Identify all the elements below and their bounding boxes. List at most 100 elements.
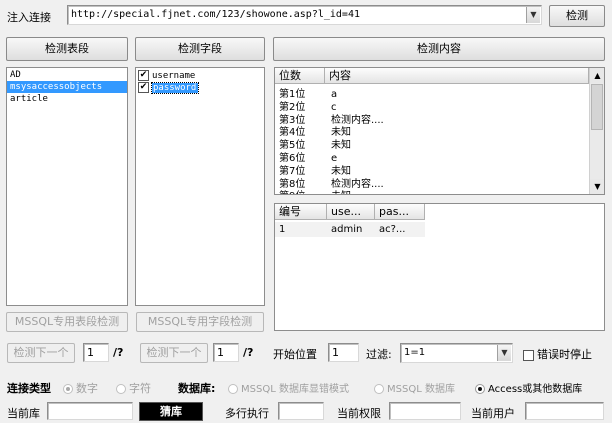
url-input[interactable]: http://special.fjnet.com/123/showone.asp… [67,5,542,25]
results-col-header[interactable]: 编号 [275,204,327,220]
table-next-suffix: /? [113,346,124,359]
filter-label: 过滤: [366,348,392,361]
digit-position: 第2位 [279,101,306,113]
db-option-access[interactable]: Access或其他数据库 [475,380,582,395]
db-option-mssql-error[interactable]: MSSQL 数据库显错模式 [228,380,349,395]
table-row[interactable]: 第8位 检测内容.... [275,179,589,191]
start-position-input[interactable]: 1 [328,343,359,362]
result-id: 1 [279,224,286,235]
digit-content: e [331,153,338,164]
digit-content: 未知 [331,140,351,152]
table-row[interactable]: 第1位 a [275,89,589,101]
table-list-item[interactable]: article [7,93,127,105]
db-option-label: MSSQL 数据库显错模式 [241,384,349,395]
db-option-label: MSSQL 数据库 [387,384,455,395]
tables-list[interactable]: AD msysaccessobjects article [6,67,128,306]
digit-position: 第8位 [279,178,306,190]
permission-field[interactable] [389,402,461,420]
field-next-suffix: /? [243,346,254,359]
digit-content: 未知 [331,127,351,139]
mssql-tables-button[interactable]: MSSQL专用表段检测 [6,312,128,332]
digit-position: 第5位 [279,140,306,152]
scroll-up-icon[interactable]: ▲ [590,68,604,83]
radio-icon[interactable] [475,384,485,394]
digit-content: 检测内容.... [331,114,384,126]
permission-label: 当前权限 [337,407,381,420]
multi-exec-field[interactable] [278,402,324,420]
stop-on-error-checkbox[interactable]: 错误时停止 [523,346,592,362]
detect-content-header[interactable]: 检测内容 [273,37,605,61]
field-list-item[interactable]: ✔ password [136,81,264,94]
table-row[interactable]: 第9位 未知 [275,191,589,194]
radio-icon[interactable] [116,384,126,394]
current-db-field[interactable] [47,402,133,420]
results-col-header[interactable]: pas... [375,204,425,220]
url-value: http://special.fjnet.com/123/showone.asp… [71,9,360,20]
connection-type-label: 连接类型 [7,382,51,395]
checkbox-icon[interactable]: ✔ [138,69,149,81]
database-label: 数据库: [178,382,216,395]
detect-fields-header[interactable]: 检测字段 [135,37,265,61]
field-next-count-value: 1 [217,346,224,359]
table-list-item[interactable]: msysaccessobjects [7,81,127,93]
field-label: password [150,82,200,94]
start-position-value: 1 [332,346,339,359]
current-user-field[interactable] [525,402,604,420]
stop-on-error-label: 错误时停止 [537,348,592,361]
mssql-fields-button[interactable]: MSSQL专用字段检测 [136,312,264,332]
fields-list[interactable]: ✔ username ✔ password [135,67,265,306]
table-row[interactable]: 第2位 c [275,102,589,114]
start-position-label: 开始位置 [273,348,317,361]
table-row[interactable]: 第7位 未知 [275,166,589,178]
radio-icon[interactable] [228,384,238,394]
scroll-thumb[interactable] [591,84,603,130]
radio-icon[interactable] [63,384,73,394]
digit-position: 第4位 [279,127,306,139]
url-label: 注入连接 [7,11,51,24]
filter-value: 1=1 [404,347,426,358]
digit-content: c [331,101,337,113]
checkbox-icon[interactable]: ✔ [138,81,149,93]
content-grid[interactable]: 位数 内容 第1位 a 第2位 c 第3位 检测内容.... 第4位 未知 第5位 未知 第6位 e 第… [274,67,605,195]
results-grid[interactable]: 编号 use... pas... 1 admin ac?... [274,203,605,331]
checkbox-icon[interactable] [523,349,534,361]
digit-position: 第6位 [279,153,306,164]
type-option-label: 字符 [129,382,151,395]
field-list-item[interactable]: ✔ username [136,69,264,81]
radio-icon[interactable] [374,384,384,394]
chevron-down-icon[interactable]: ▼ [526,7,540,23]
detect-tables-header[interactable]: 检测表段 [6,37,128,61]
filter-select[interactable]: 1=1 ▼ [400,343,513,363]
field-next-count[interactable]: 1 [213,343,239,362]
digit-content: a [331,89,338,100]
type-option-number[interactable]: 数字 [63,380,98,396]
content-col-header[interactable]: 位数 [275,68,325,84]
content-scrollbar[interactable]: ▲ ▼ [589,68,604,194]
table-list-item[interactable]: AD [7,69,127,81]
digit-position: 第7位 [279,165,306,177]
type-option-label: 数字 [76,382,98,395]
content-col-header[interactable]: 内容 [325,68,589,84]
guess-db-button[interactable]: 猜库 [139,402,203,421]
table-row[interactable]: 第4位 未知 [275,127,589,139]
digit-content: 检测内容.... [331,178,384,190]
chevron-down-icon[interactable]: ▼ [497,345,511,361]
table-row[interactable]: 第5位 未知 [275,140,589,152]
table-next-count[interactable]: 1 [83,343,109,362]
table-row[interactable]: 第3位 检测内容.... [275,115,589,127]
table-row[interactable]: 1 admin ac?... [275,222,425,237]
guess-db-label: 猜库 [160,405,182,418]
field-label: username [152,71,196,81]
scroll-down-icon[interactable]: ▼ [590,179,604,194]
table-row[interactable]: 第6位 e [275,153,589,165]
type-option-string[interactable]: 字符 [116,380,151,396]
multi-exec-label: 多行执行 [225,407,269,420]
detect-button[interactable]: 检测 [549,5,605,27]
results-col-header[interactable]: use... [327,204,375,220]
next-table-button[interactable]: 检测下一个 [7,343,75,363]
result-username: admin [331,224,363,235]
db-option-mssql[interactable]: MSSQL 数据库 [374,380,455,395]
digit-position: 第9位 [279,192,305,194]
next-field-button[interactable]: 检测下一个 [140,343,208,363]
table-next-count-value: 1 [87,346,94,359]
